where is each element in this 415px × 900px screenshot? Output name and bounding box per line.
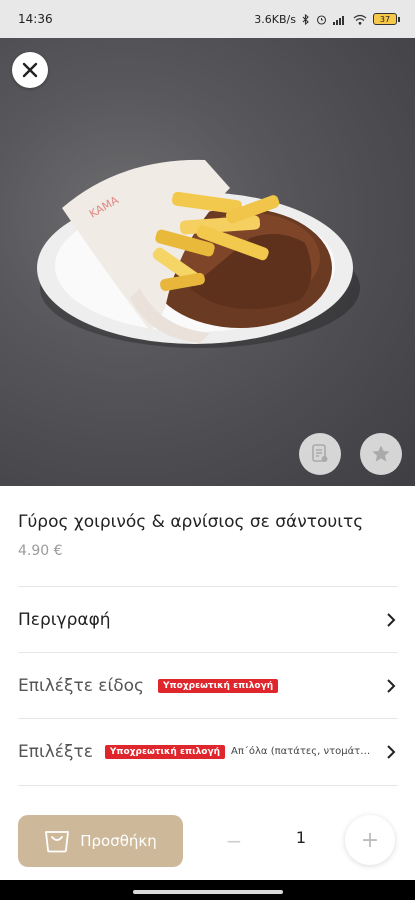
status-icons: 3.6KB/s 37 <box>254 12 400 26</box>
row-select-extras[interactable]: Επιλέξτε Υποχρεωτική επιλογή Απ΄όλα (πατ… <box>18 718 398 784</box>
close-button[interactable] <box>12 52 48 88</box>
document-icon <box>312 444 328 462</box>
home-indicator[interactable] <box>133 890 283 894</box>
battery-icon: 37 <box>373 13 400 25</box>
network-speed: 3.6KB/s <box>254 12 296 26</box>
add-button-label: Προσθήκη <box>80 832 157 850</box>
signal-icon <box>333 15 344 25</box>
close-icon <box>22 62 38 78</box>
status-time: 14:36 <box>18 12 53 26</box>
alarm-icon <box>316 14 327 25</box>
info-button[interactable] <box>299 433 341 475</box>
row-description[interactable]: Περιγραφή <box>18 586 398 652</box>
required-badge: Υποχρεωτική επιλογή <box>158 678 279 693</box>
row-label: Περιγραφή <box>18 609 111 630</box>
favorite-button[interactable] <box>360 433 402 475</box>
add-to-cart-button[interactable]: Προσθήκη <box>18 815 183 867</box>
product-title: Γύρος χοιρινός & αρνίσιος σε σάντουιτς <box>18 512 364 532</box>
wifi-icon <box>353 14 367 25</box>
battery-level: 37 <box>379 14 391 24</box>
divider <box>18 785 398 786</box>
chevron-right-icon <box>387 744 396 759</box>
shopping-bag-icon <box>45 831 70 853</box>
row-label: Επιλέξτε <box>18 741 93 762</box>
selected-extras: Απ΄όλα (πατάτες, ντομάτα,... <box>231 746 377 757</box>
food-photo: KAMA <box>37 159 360 348</box>
product-image: KAMA <box>0 38 415 486</box>
row-label: Επιλέξτε είδος <box>18 675 145 696</box>
quantity-value: 1 <box>295 828 307 847</box>
row-select-type[interactable]: Επιλέξτε είδος Υποχρεωτική επιλογή <box>18 652 398 718</box>
required-badge: Υποχρεωτική επιλογή <box>104 744 226 759</box>
status-bar: 14:36 3.6KB/s 37 <box>0 0 415 38</box>
product-price: 4.90 € <box>18 543 63 559</box>
chevron-right-icon <box>387 678 396 693</box>
bluetooth-icon <box>302 13 309 25</box>
quantity-increase-button[interactable]: + <box>345 815 395 865</box>
star-icon <box>372 445 390 462</box>
chevron-right-icon <box>387 612 396 627</box>
quantity-decrease-button[interactable]: − <box>222 826 246 856</box>
